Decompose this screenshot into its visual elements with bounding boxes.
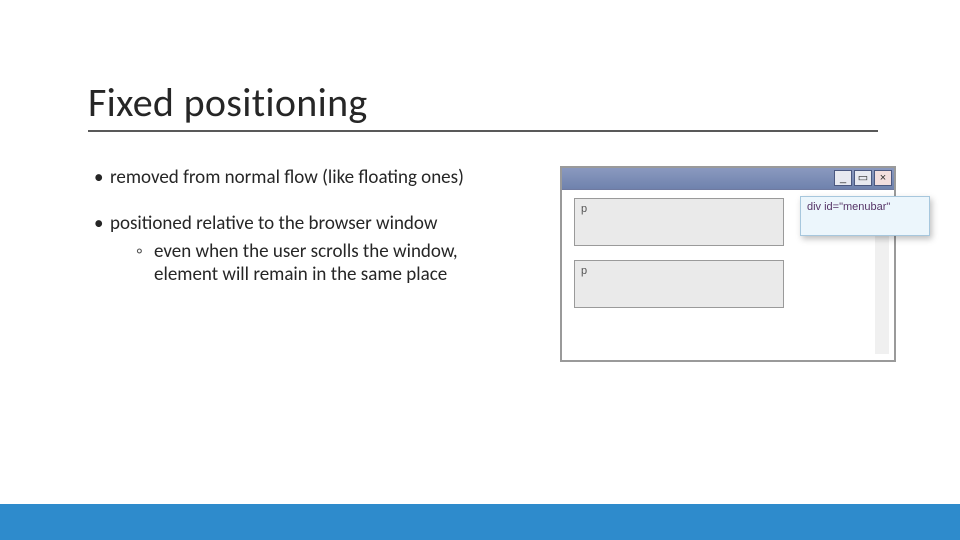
slide-body: removed from normal flow (like floating … bbox=[88, 166, 518, 309]
slide-footer-bar bbox=[0, 504, 960, 540]
window-titlebar: _ ▭ × bbox=[562, 168, 894, 190]
bullet-2-sub: even when the user scrolls the window, e… bbox=[110, 240, 518, 288]
slide: Fixed positioning removed from normal fl… bbox=[0, 0, 960, 540]
window-buttons: _ ▭ × bbox=[834, 170, 892, 186]
bullet-2: positioned relative to the browser windo… bbox=[88, 212, 518, 287]
paragraph-label-1: p bbox=[581, 203, 587, 215]
browser-diagram: _ ▭ × p p div id="menubar" bbox=[560, 166, 896, 362]
paragraph-box-2: p bbox=[574, 260, 784, 308]
menubar-label: div id="menubar" bbox=[807, 201, 890, 213]
bullet-2-text: positioned relative to the browser windo… bbox=[110, 212, 437, 235]
close-icon: × bbox=[874, 170, 892, 186]
paragraph-box-1: p bbox=[574, 198, 784, 246]
title-underline bbox=[88, 130, 878, 132]
maximize-icon: ▭ bbox=[854, 170, 872, 186]
slide-title: Fixed positioning bbox=[88, 78, 368, 127]
paragraph-label-2: p bbox=[581, 265, 587, 277]
minimize-icon: _ bbox=[834, 170, 852, 186]
bullet-1: removed from normal flow (like floating … bbox=[88, 166, 518, 190]
browser-body: p p div id="menubar" bbox=[562, 190, 894, 360]
fixed-menubar-callout: div id="menubar" bbox=[800, 196, 930, 236]
